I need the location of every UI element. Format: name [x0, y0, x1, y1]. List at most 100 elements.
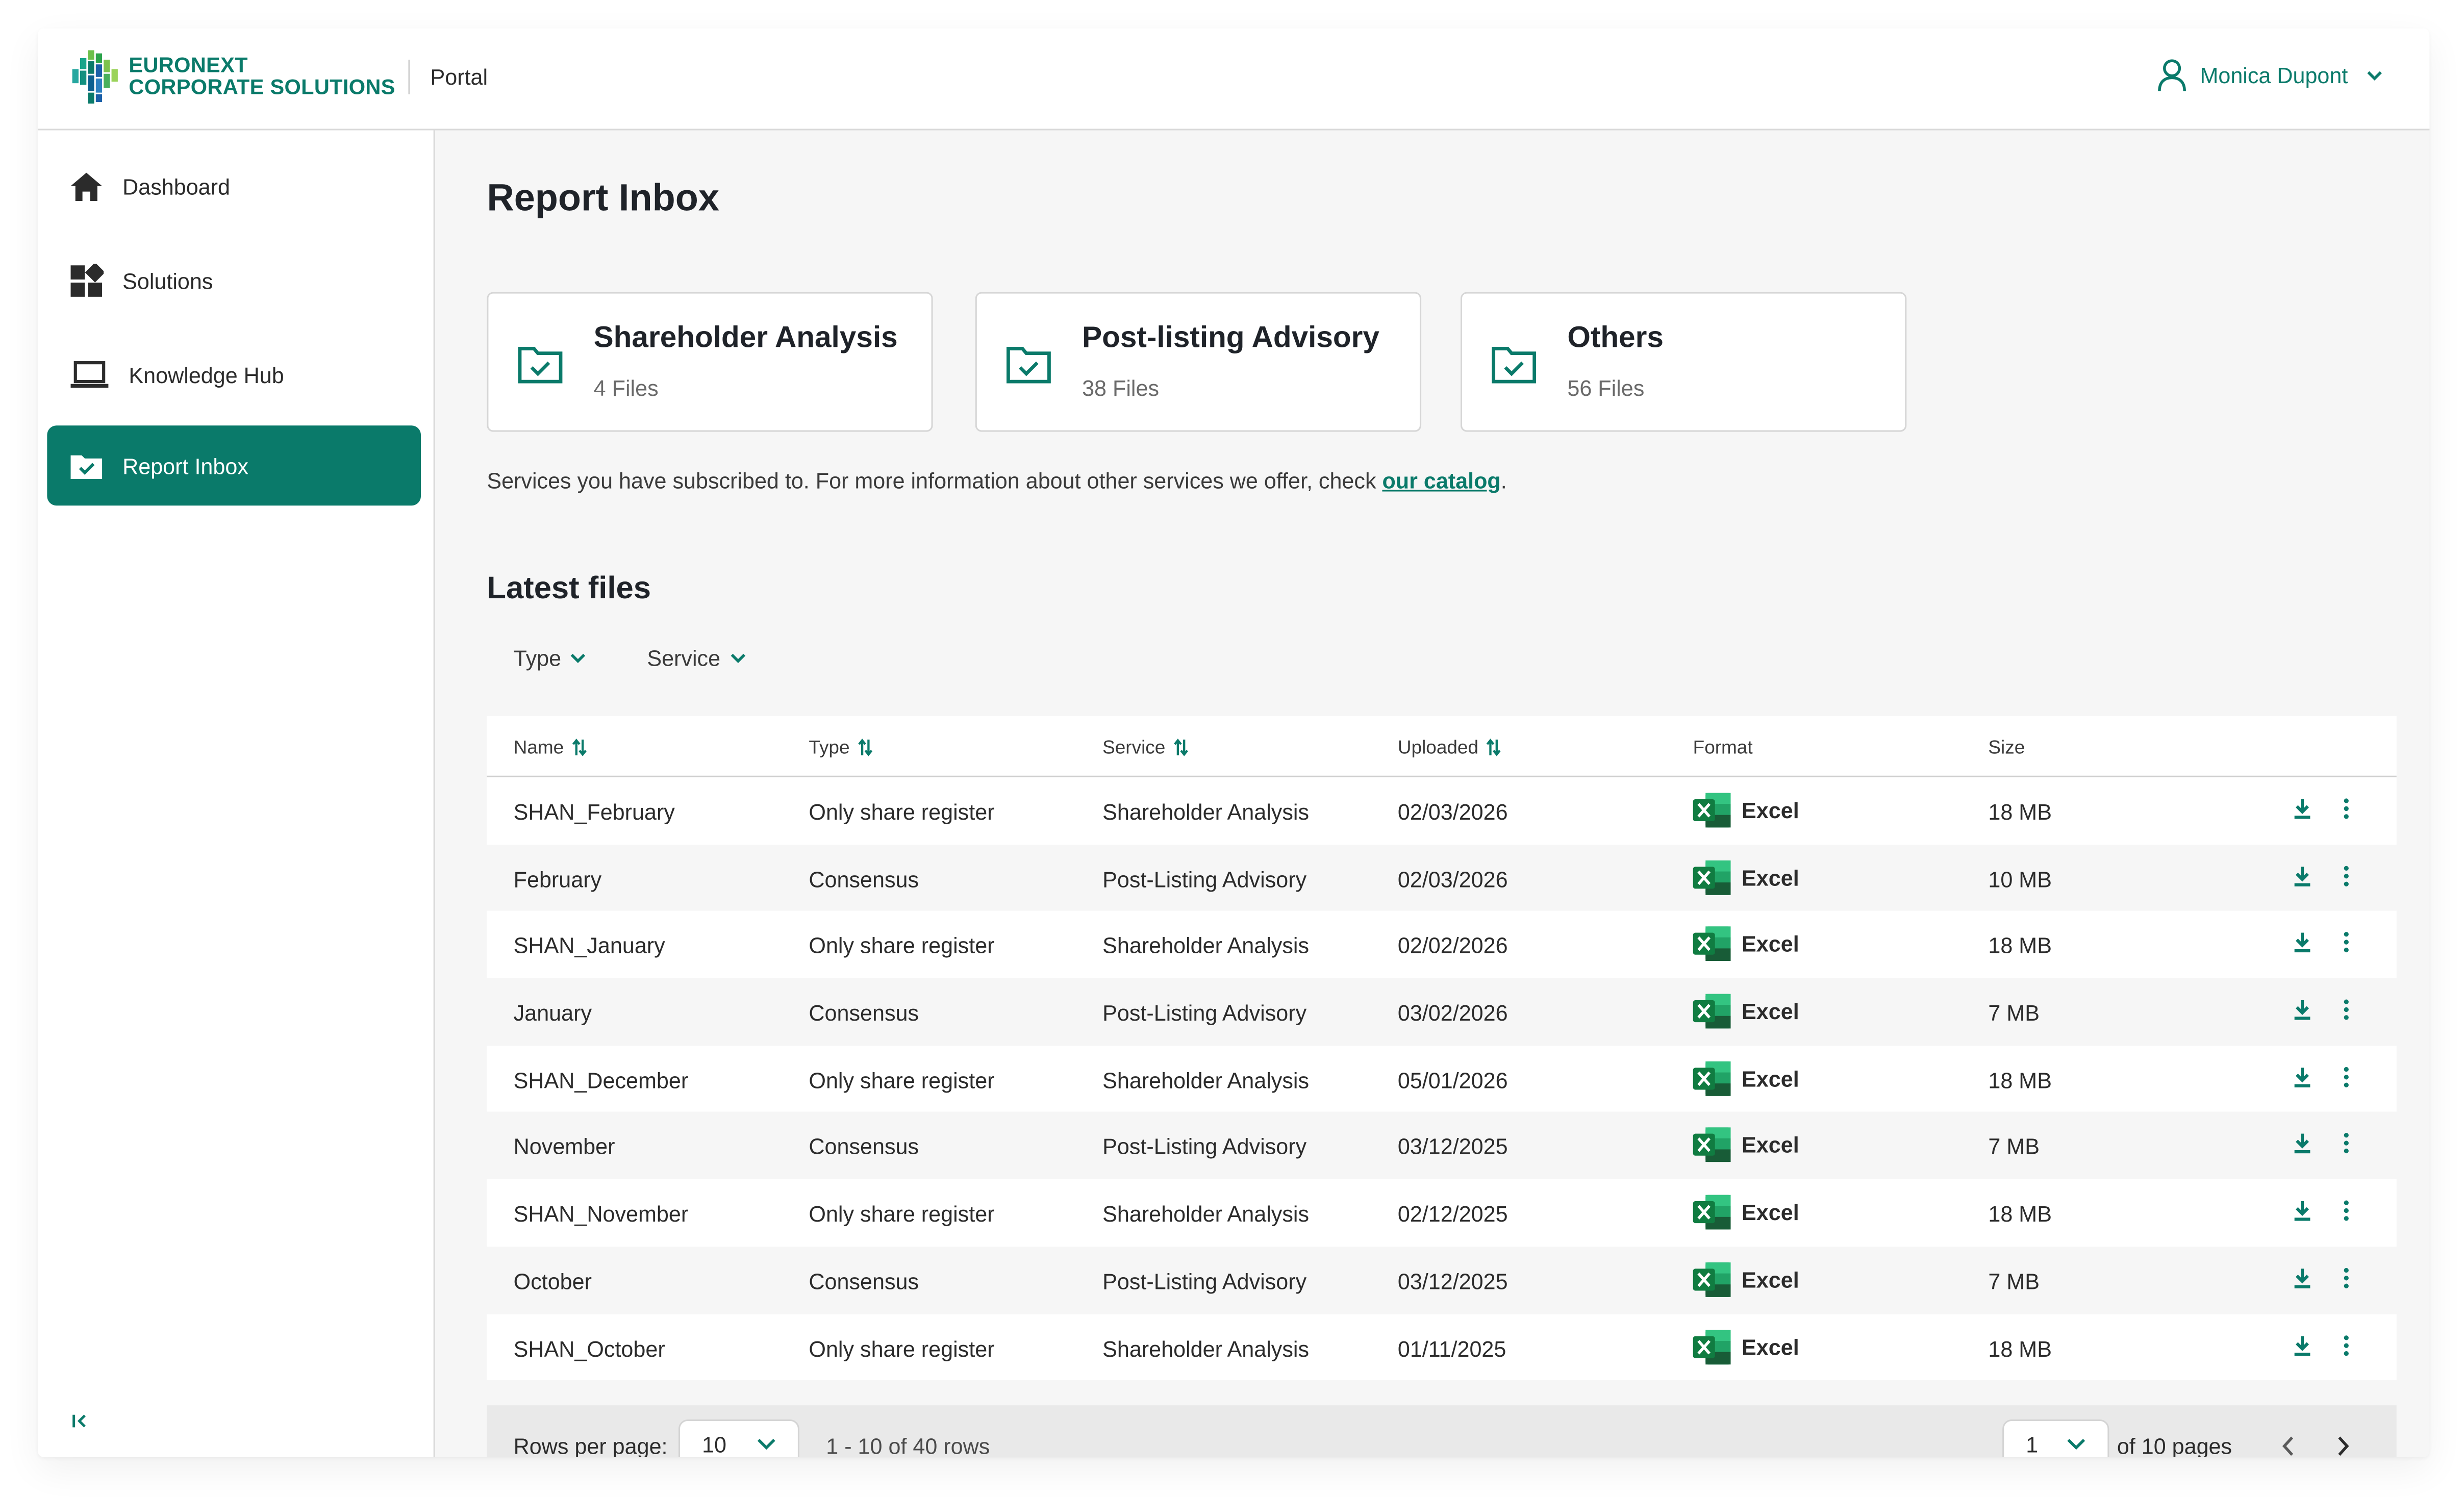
sidebar-item-solutions[interactable]: Solutions: [47, 240, 421, 320]
table-row[interactable]: SHAN_November Only share register Sharehol…: [487, 1179, 2397, 1247]
sidebar-item-knowledge-hub[interactable]: Knowledge Hub: [47, 335, 421, 415]
latest-files-title: Latest files: [487, 571, 651, 606]
cell-format: Excel: [1693, 858, 1799, 896]
download-button[interactable]: [2293, 999, 2312, 1025]
sidebar: Dashboard Solutions Knowledge Hub Report…: [37, 130, 435, 1457]
download-button[interactable]: [2293, 932, 2312, 958]
more-options-button[interactable]: [2342, 865, 2351, 891]
excel-icon: [1693, 1262, 1731, 1297]
brand-divider: [408, 59, 410, 94]
sidebar-item-dashboard[interactable]: Dashboard: [47, 146, 421, 226]
cell-name: SHAN_January: [513, 933, 665, 959]
cell-service: Shareholder Analysis: [1102, 1067, 1310, 1093]
cell-size: 18 MB: [1988, 799, 2052, 825]
table-row[interactable]: SHAN_December Only share register Sharehol…: [487, 1045, 2397, 1112]
subscription-notice: Services you have subscribed to. For mor…: [487, 468, 1506, 493]
sidebar-item-report-inbox[interactable]: Report Inbox: [47, 425, 421, 506]
card-file-count: 38 Files: [1082, 375, 1160, 401]
more-options-button[interactable]: [2342, 1334, 2351, 1360]
more-options-button[interactable]: [2342, 798, 2351, 824]
user-menu[interactable]: Monica Dupont: [2156, 58, 2382, 93]
catalog-link[interactable]: our catalog: [1382, 468, 1500, 493]
column-header-uploaded[interactable]: Uploaded: [1398, 737, 1502, 758]
cell-uploaded: 01/11/2025: [1397, 1335, 1506, 1361]
more-options-button[interactable]: [2342, 1133, 2351, 1159]
service-filter[interactable]: Service: [647, 645, 745, 671]
cell-uploaded: 03/12/2025: [1397, 1268, 1508, 1294]
cell-uploaded: 03/02/2026: [1397, 1000, 1508, 1026]
sort-icon: [1174, 739, 1189, 756]
card-post-listing-advisory[interactable]: Post-listing Advisory 38 Files: [975, 292, 1422, 432]
download-icon: [2294, 866, 2310, 886]
cell-format: Excel: [1693, 792, 1799, 829]
chevron-down-icon: [571, 653, 586, 663]
download-button[interactable]: [2293, 1066, 2312, 1093]
more-options-button[interactable]: [2342, 999, 2351, 1025]
page-select[interactable]: 1: [2002, 1419, 2109, 1457]
download-icon: [2294, 1335, 2310, 1355]
table-row[interactable]: October Consensus Post-Listing Advisory 03/…: [487, 1246, 2397, 1314]
format-label: Excel: [1742, 1266, 1799, 1292]
cell-format: Excel: [1693, 925, 1799, 963]
cell-uploaded: 02/03/2026: [1397, 799, 1508, 825]
sidebar-item-label: Knowledge Hub: [129, 362, 284, 387]
card-shareholder-analysis[interactable]: Shareholder Analysis 4 Files: [487, 292, 933, 432]
chevron-down-icon: [2067, 1439, 2085, 1450]
type-filter[interactable]: Type: [514, 645, 587, 671]
excel-icon: [1693, 793, 1731, 828]
column-header-name[interactable]: Name: [514, 737, 588, 758]
format-label: Excel: [1742, 865, 1799, 890]
table-row[interactable]: November Consensus Post-Listing Advisory 03…: [487, 1112, 2397, 1180]
page-value: 1: [2026, 1432, 2039, 1457]
cell-uploaded: 03/12/2025: [1397, 1134, 1508, 1160]
cell-size: 18 MB: [1988, 1335, 2052, 1361]
download-button[interactable]: [2293, 798, 2312, 824]
app-window: EURONEXT CORPORATE SOLUTIONS Portal Moni…: [37, 28, 2430, 1457]
cell-service: Post-Listing Advisory: [1102, 1000, 1307, 1026]
more-options-button[interactable]: [2342, 932, 2351, 958]
user-name: Monica Dupont: [2200, 63, 2348, 88]
laptop-icon: [70, 360, 109, 387]
table-row[interactable]: SHAN_February Only share register Sharehol…: [487, 777, 2397, 845]
more-vertical-icon: [2344, 1133, 2349, 1154]
more-options-button[interactable]: [2342, 1267, 2351, 1293]
more-vertical-icon: [2344, 932, 2349, 953]
rows-per-page-select[interactable]: 10: [678, 1419, 799, 1457]
download-icon: [2294, 1067, 2310, 1087]
download-button[interactable]: [2293, 1133, 2312, 1159]
cell-service: Shareholder Analysis: [1102, 799, 1310, 825]
more-options-button[interactable]: [2342, 1200, 2351, 1226]
collapse-sidebar-icon[interactable]: [69, 1410, 91, 1432]
cell-name: November: [513, 1134, 615, 1160]
folder-check-icon: [1492, 347, 1537, 384]
column-header-type[interactable]: Type: [809, 737, 873, 758]
more-vertical-icon: [2344, 1334, 2349, 1355]
table-row[interactable]: SHAN_January Only share register Sharehold…: [487, 911, 2397, 979]
cell-type: Only share register: [809, 1067, 995, 1093]
download-button[interactable]: [2293, 1334, 2312, 1360]
chevron-right-icon[interactable]: [2335, 1435, 2351, 1457]
rows-per-page-value: 10: [702, 1432, 727, 1457]
download-button[interactable]: [2293, 865, 2312, 891]
column-header-service[interactable]: Service: [1102, 737, 1189, 758]
more-options-button[interactable]: [2342, 1066, 2351, 1093]
card-title: Others: [1567, 322, 1664, 355]
table-row[interactable]: February Consensus Post-Listing Advisory 02…: [487, 844, 2397, 911]
more-vertical-icon: [2344, 798, 2349, 819]
card-others[interactable]: Others 56 Files: [1461, 292, 1907, 432]
cell-format: Excel: [1693, 993, 1799, 1030]
cell-type: Consensus: [809, 1134, 919, 1160]
download-button[interactable]: [2293, 1267, 2312, 1293]
brand-name: EURONEXT CORPORATE SOLUTIONS: [129, 54, 395, 99]
card-title: Shareholder Analysis: [593, 322, 898, 355]
excel-icon: [1693, 1061, 1731, 1096]
format-label: Excel: [1742, 999, 1799, 1024]
chevron-down-icon: [730, 653, 745, 663]
chevron-left-icon[interactable]: [2280, 1435, 2296, 1457]
download-button[interactable]: [2293, 1200, 2312, 1226]
table-row[interactable]: SHAN_October Only share register Sharehold…: [487, 1313, 2397, 1381]
download-icon: [2294, 1268, 2310, 1288]
table-row[interactable]: January Consensus Post-Listing Advisory 03/…: [487, 978, 2397, 1046]
sort-icon: [1487, 739, 1501, 756]
column-header-size: Size: [1988, 737, 2025, 758]
